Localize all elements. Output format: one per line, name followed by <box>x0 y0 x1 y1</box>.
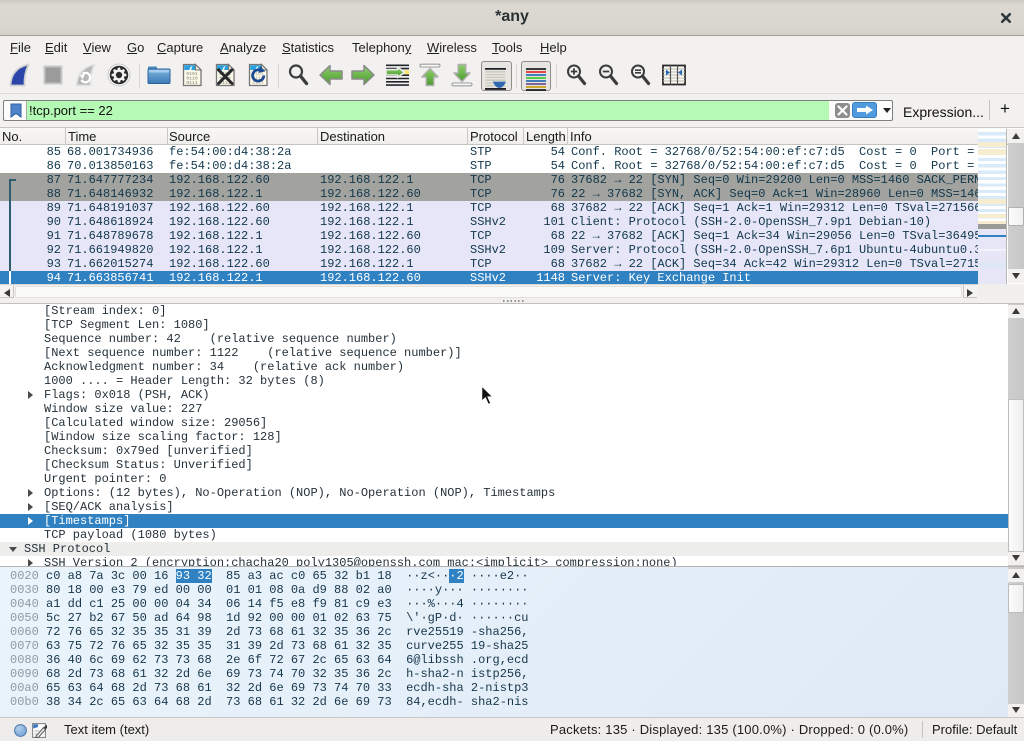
svg-text:0111: 0111 <box>186 80 198 86</box>
